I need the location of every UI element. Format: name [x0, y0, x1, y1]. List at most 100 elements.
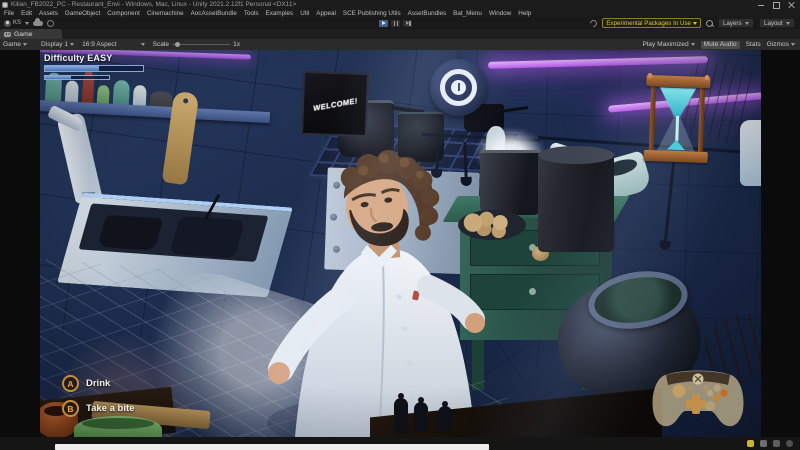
layers-dropdown[interactable]: Layers: [718, 18, 754, 28]
gamepad-overlay-icon: [650, 366, 746, 432]
scale-label: Scale: [153, 41, 170, 48]
step-button[interactable]: [402, 19, 413, 28]
account-label: KS: [13, 20, 21, 26]
layout-label: Layout: [764, 20, 783, 27]
play-button[interactable]: [378, 19, 389, 28]
menu-assets[interactable]: Assets: [39, 10, 58, 17]
step-icon: [406, 21, 409, 25]
green-bowl: [74, 416, 162, 437]
chevron-down-icon: [25, 22, 29, 25]
prompt-take-a-bite-label: Take a bite: [86, 403, 134, 414]
menu-bar: File Edit Assets GameObject Component Ci…: [0, 9, 800, 17]
pause-button[interactable]: [390, 19, 401, 28]
button-b-badge: B: [62, 400, 79, 417]
cloud-icon[interactable]: [33, 21, 43, 26]
welcome-sign-text: WELCOME!: [312, 96, 358, 113]
pillarbox-left: [0, 50, 40, 437]
stats-label: Stats: [746, 41, 761, 48]
hourglass-post: [698, 86, 705, 154]
close-icon[interactable]: [788, 2, 794, 8]
sink-pot: [97, 215, 163, 251]
services-icon[interactable]: [47, 20, 54, 27]
game-tab-label: Game: [14, 31, 33, 38]
secondary-progress-bar: [44, 75, 110, 80]
button-a-badge: A: [62, 375, 79, 392]
play-icon: [382, 21, 386, 25]
game-viewport[interactable]: WELCOME!: [40, 50, 761, 437]
warning-icon[interactable]: [747, 440, 754, 447]
menu-file[interactable]: File: [4, 10, 14, 17]
window-title: Kilian_FB2022_PC - Restaurant_Envi - Win…: [11, 0, 296, 9]
status-bar: [0, 437, 800, 450]
game-mode-label: Game: [3, 41, 21, 48]
sink-pot: [170, 216, 246, 259]
hourglass-sand-top: [659, 87, 696, 117]
pepper-mill: [438, 406, 452, 432]
account-button[interactable]: KS: [4, 20, 29, 27]
kitchen-scale-needle: [458, 83, 460, 91]
unity-editor-window: Kilian_FB2022_PC - Restaurant_Envi - Win…: [0, 0, 800, 450]
scale-value: 1x: [233, 41, 240, 48]
menu-gameobject[interactable]: GameObject: [65, 10, 100, 17]
hourglass-cap-top: [646, 75, 710, 88]
chef-character: [265, 145, 505, 437]
aspect-label: 16:9 Aspect: [82, 41, 116, 48]
stats-toggle[interactable]: Stats: [746, 41, 761, 48]
menu-assetbundles[interactable]: AssetBundles: [408, 10, 447, 17]
difficulty-label: Difficulty EASY: [44, 53, 113, 63]
menu-help[interactable]: Help: [518, 10, 531, 17]
difficulty-progress-fill: [45, 66, 99, 71]
maximize-icon[interactable]: [773, 2, 779, 8]
menu-cinemachine[interactable]: Cinemachine: [147, 10, 184, 17]
menu-appeal[interactable]: Appeal: [316, 10, 336, 17]
experimental-packages-button[interactable]: Experimental Packages In Use: [602, 18, 701, 28]
scale-slider-knob[interactable]: [175, 42, 180, 47]
secondary-progress-fill: [45, 76, 71, 79]
mute-audio-toggle[interactable]: Mute Audio: [701, 41, 740, 49]
chevron-down-icon: [70, 43, 74, 46]
layers-label: Layers: [723, 20, 742, 27]
play-controls: [378, 19, 413, 28]
status-progress-bar: [55, 444, 489, 450]
pillarbox-right: [761, 50, 800, 437]
menu-examples[interactable]: Examples: [266, 10, 294, 17]
hourglass-cap-bottom: [644, 150, 708, 163]
tab-strip: Game: [0, 29, 800, 39]
tab-game[interactable]: Game: [0, 29, 62, 39]
play-maximized-dropdown[interactable]: Play Maximized: [642, 41, 694, 48]
menu-component[interactable]: Component: [107, 10, 140, 17]
unity-logo-icon: [2, 2, 8, 8]
game-mode-dropdown[interactable]: Game: [3, 41, 27, 48]
play-maximized-label: Play Maximized: [642, 41, 688, 48]
chevron-down-icon: [693, 22, 697, 25]
title-bar: Kilian_FB2022_PC - Restaurant_Envi - Win…: [0, 0, 800, 9]
large-stock-pot: [538, 154, 614, 252]
aspect-dropdown[interactable]: 16:9 Aspect: [82, 41, 144, 48]
menu-sce-publishing-utils[interactable]: SCE Publishing Utils: [343, 10, 401, 17]
sink-interior: [79, 203, 269, 261]
menu-util[interactable]: Util: [300, 10, 309, 17]
search-icon[interactable]: [706, 20, 713, 27]
gizmos-label: Gizmos: [767, 41, 789, 48]
chevron-down-icon: [791, 43, 795, 46]
activity-icon[interactable]: [773, 440, 780, 447]
menu-window[interactable]: Window: [489, 10, 511, 17]
experimental-packages-label: Experimental Packages In Use: [606, 20, 691, 27]
difficulty-progress-bar: [44, 65, 144, 72]
minimize-icon[interactable]: [758, 2, 764, 8]
gizmos-dropdown[interactable]: Gizmos: [767, 41, 795, 48]
layout-dropdown[interactable]: Layout: [759, 18, 795, 28]
display-dropdown[interactable]: Display 1: [41, 41, 74, 48]
menu-bat-menu[interactable]: Bat_Menu: [453, 10, 482, 17]
console-icon[interactable]: [760, 440, 767, 447]
menu-edit[interactable]: Edit: [21, 10, 32, 17]
progress-spinner-icon[interactable]: [786, 440, 793, 447]
chevron-down-icon: [691, 43, 695, 46]
welcome-sign: WELCOME!: [301, 71, 369, 137]
game-tab-icon: [4, 32, 11, 37]
menu-tools[interactable]: Tools: [244, 10, 259, 17]
scale-slider[interactable]: [172, 44, 230, 45]
menu-aocassetbundle[interactable]: AocAssetBundle: [191, 10, 237, 17]
undo-history-icon[interactable]: [589, 18, 599, 28]
display-label: Display 1: [41, 41, 68, 48]
